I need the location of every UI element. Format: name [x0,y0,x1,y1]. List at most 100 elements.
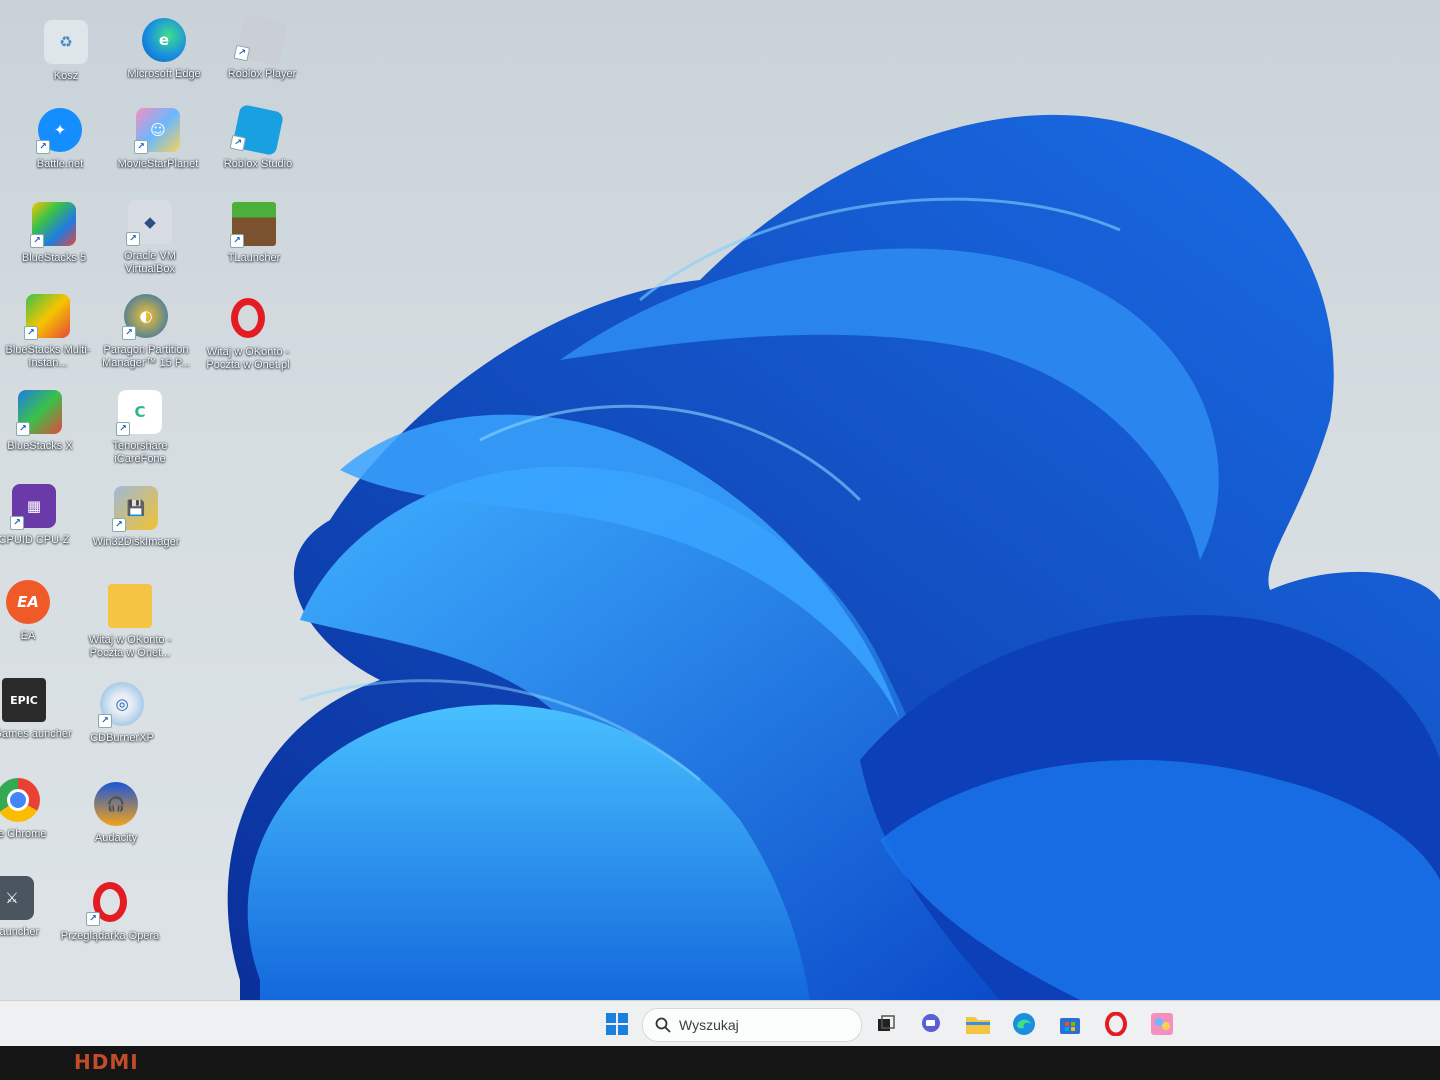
shortcut-arrow-icon: ↗ [116,422,130,436]
desktop-icon-tlauncher[interactable]: ↗ TLauncher [202,202,306,265]
icon-label: Roblox Player [227,68,297,80]
icon-label: pic Games auncher [0,728,72,740]
shortcut-arrow-icon: ↗ [36,140,50,154]
icon-label: Win32DiskImager [92,536,180,548]
desktop-icon-opera-browser[interactable]: ↗ Przeglądarka Opera [58,880,162,943]
icon-label: EA [20,630,36,642]
icon-label: TLauncher [227,252,281,264]
shortcut-arrow-icon: ↗ [16,422,30,436]
bluestacks-x-icon: ↗ [16,390,62,436]
icon-label: Tenorshare iCareFone [112,440,168,465]
shortcut-arrow-icon: ↗ [112,518,126,532]
shortcut-arrow-icon: ↗ [98,714,112,728]
desktop-icon-onet-folder[interactable]: Witaj w OKonto - Poczta w Onet... [78,584,182,660]
desktop-icon-cpuz[interactable]: ▦ ↗ CPUID CPU-Z [0,484,86,547]
shortcut-arrow-icon: ↗ [30,234,44,248]
desktop-icon-icarefone[interactable]: C ↗ Tenorshare iCareFone [88,390,192,466]
shortcut-arrow-icon: ↗ [86,912,100,926]
cpuz-icon: ▦ ↗ [10,484,56,530]
monitor-bezel [0,1046,1440,1080]
ea-icon: EA [6,580,50,624]
moviestarplanet-icon: ☺ ↗ [134,108,180,154]
icon-label: s Launcher [0,926,40,938]
epic-games-icon: EPIC [2,678,46,722]
folder-icon [108,584,152,628]
icon-label: Roblox Studio [223,158,293,170]
cdburnerxp-icon: ◎ ↗ [98,682,144,728]
recycle-bin-icon: ♻ [44,20,88,64]
taskbar: Wyszukaj [0,1000,1440,1047]
icon-label: Witaj w OKonto - Poczta w Onet.pl [206,346,290,371]
opera-icon[interactable] [1102,1010,1130,1038]
bluestacks-multi-icon: ↗ [24,294,70,340]
search-placeholder: Wyszukaj [679,1017,739,1033]
audacity-icon: 🎧 [94,782,138,826]
desktop-icon-edge[interactable]: e Microsoft Edge [112,18,216,81]
icon-label: Microsoft Edge [127,68,201,80]
desktop-icon-moviestarplanet[interactable]: ☺ ↗ MovieStarPlanet [106,108,210,171]
desktop-icon-virtualbox[interactable]: ◆ ↗ Oracle VM VirtualBox [98,200,202,276]
icon-label: gle Chrome [0,828,47,840]
icon-label: BlueStacks Multi-Instan... [5,344,91,369]
icon-label: CPUID CPU-Z [0,534,70,546]
desktop-icon-bluestacks-x[interactable]: ↗ BlueStacks X [0,390,92,453]
desktop-icon-launcher[interactable]: ⚔ s Launcher [0,876,64,939]
moviestarplanet-icon[interactable] [1148,1010,1176,1038]
icon-label: MovieStarPlanet [117,158,199,170]
shortcut-arrow-icon: ↗ [233,44,251,62]
desktop-icon-ea[interactable]: EA EA [0,580,80,643]
icon-label: Przeglądarka Opera [60,930,160,942]
store-icon[interactable] [1056,1010,1084,1038]
shortcut-arrow-icon: ↗ [134,140,148,154]
taskbar-search[interactable]: Wyszukaj [642,1008,862,1042]
icon-label: BlueStacks 5 [21,252,87,264]
shortcut-arrow-icon: ↗ [229,134,247,152]
desktop-icon-bluestacks-multi[interactable]: ↗ BlueStacks Multi-Instan... [0,294,100,370]
desktop-icon-win32diskimager[interactable]: 💾 ↗ Win32DiskImager [84,486,188,549]
desktop-icon-roblox-studio[interactable]: ↗ Roblox Studio [206,103,310,171]
roblox-player-icon: ↗ [233,13,289,67]
icon-label: Oracle VM VirtualBox [124,250,176,275]
search-icon [655,1017,671,1033]
task-view-icon[interactable] [872,1010,900,1038]
desktop-icon-chrome[interactable]: gle Chrome [0,778,70,841]
chat-icon[interactable] [918,1010,946,1038]
desktop-icon-recycle-bin[interactable]: ♻ Kosz [14,20,118,83]
desktop-icon-epic-games[interactable]: EPIC pic Games auncher [0,678,76,741]
edge-icon[interactable] [1010,1010,1038,1038]
shortcut-arrow-icon: ↗ [24,326,38,340]
desktop-icon-bluestacks-5[interactable]: ↗ BlueStacks 5 [2,202,106,265]
roblox-studio-icon: ↗ [229,103,285,157]
shortcut-arrow-icon: ↗ [126,232,140,246]
desktop-icon-roblox-player[interactable]: ↗ Roblox Player [210,13,314,81]
shortcut-arrow-icon: ↗ [230,234,244,248]
icon-label: CDBurnerXP [90,732,154,744]
desktop-icon-audacity[interactable]: 🎧 Audacity [64,782,168,845]
launcher-icon: ⚔ [0,876,34,920]
desktop: ♻ Kosz ✦ ↗ Battle.net ↗ BlueStacks 5 ↗ Bl… [0,0,1440,1000]
desktop-icon-paragon[interactable]: ◐ ↗ Paragon Partition Manager™ 15 P... [94,294,198,370]
icon-label: Kosz [53,70,79,82]
desktop-icon-battlenet[interactable]: ✦ ↗ Battle.net [8,108,112,171]
icon-label: Battle.net [36,158,84,170]
win32diskimager-icon: 💾 ↗ [112,486,158,532]
file-explorer-icon[interactable] [964,1010,992,1038]
monitor-hdmi-logo: HDMI [74,1050,139,1074]
start-icon[interactable] [603,1010,631,1038]
icon-label: BlueStacks X [7,440,73,452]
chrome-icon [0,778,40,822]
icon-label: Audacity [94,832,138,844]
tlauncher-icon: ↗ [230,202,276,248]
windows-logo-icon [606,1013,628,1035]
paragon-icon: ◐ ↗ [122,294,168,340]
icon-label: Witaj w OKonto - Poczta w Onet... [88,634,172,659]
virtualbox-icon: ◆ ↗ [126,200,172,246]
desktop-icon-cdburnerxp[interactable]: ◎ ↗ CDBurnerXP [70,682,174,745]
opera-icon: ↗ [86,880,132,926]
edge-icon: e [142,18,186,62]
battlenet-icon: ✦ ↗ [36,108,82,154]
bluestacks-icon: ↗ [30,202,76,248]
desktop-icon-onet-mail[interactable]: Witaj w OKonto - Poczta w Onet.pl [196,296,300,372]
icon-label: Paragon Partition Manager™ 15 P... [102,344,190,369]
shortcut-arrow-icon: ↗ [10,516,24,530]
